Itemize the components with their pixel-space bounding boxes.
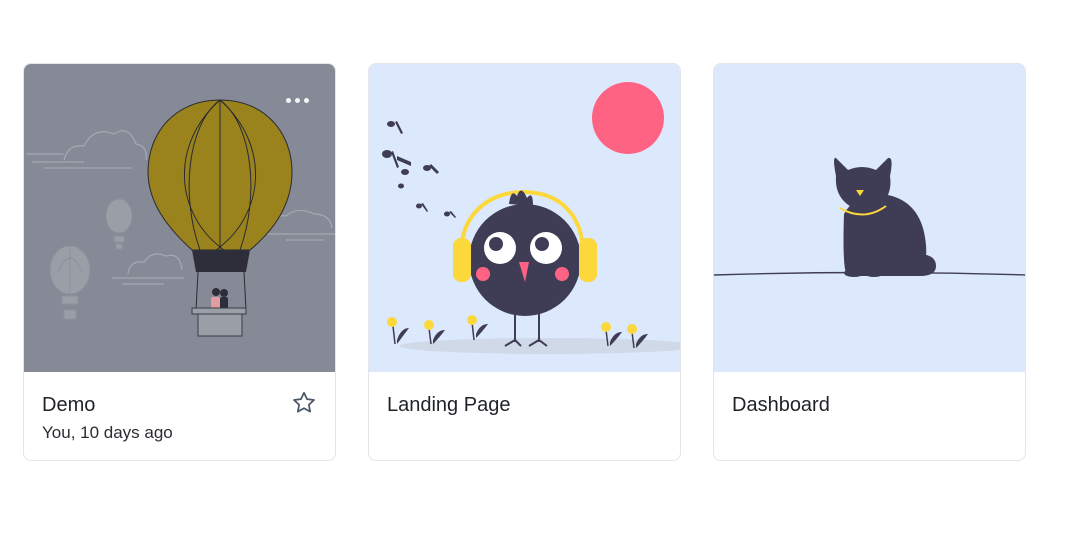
project-card-landing-page[interactable]: Landing Page <box>368 63 681 461</box>
more-dot-icon <box>294 97 300 103</box>
card-title: Dashboard <box>732 394 830 416</box>
more-dot-icon <box>285 97 291 103</box>
card-meta: You, 10 days ago <box>42 423 173 442</box>
favorite-star-button[interactable] <box>291 390 317 416</box>
project-card-demo[interactable]: Demo You, 10 days ago <box>23 63 336 461</box>
more-dot-icon <box>303 97 309 103</box>
project-card-dashboard[interactable]: Dashboard <box>713 63 1026 461</box>
project-thumbnail[interactable] <box>24 64 335 372</box>
project-thumbnail[interactable] <box>714 64 1025 372</box>
project-thumbnail[interactable] <box>369 64 680 372</box>
cat-on-wire-illustration <box>714 157 1025 277</box>
bird-with-headphones-illustration <box>382 82 680 354</box>
card-title: Landing Page <box>387 394 511 416</box>
card-title: Demo <box>42 394 96 416</box>
star-icon <box>293 391 315 413</box>
card-more-options-button[interactable] <box>279 88 315 112</box>
